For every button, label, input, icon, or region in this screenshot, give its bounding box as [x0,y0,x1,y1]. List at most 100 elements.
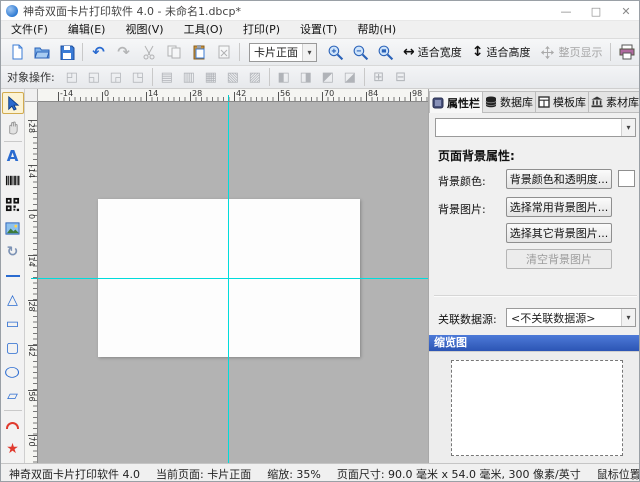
close-button[interactable]: ✕ [611,1,640,21]
tab-database[interactable]: 数据库 [483,91,536,112]
menu-item-edit[interactable]: 编辑(E) [58,21,116,39]
whole-page-button: 整页显示 [535,42,607,63]
object-op-icon: ◲ [105,68,127,86]
bg-image-common-button[interactable]: 选择常用背景图片... [506,197,612,217]
rotate-tool[interactable]: ↻ [2,241,24,263]
undo-icon: ↶ [92,45,105,60]
menu-item-file[interactable]: 文件(F) [1,21,58,39]
paste-button[interactable] [186,41,211,64]
object-op-icon: ◰ [61,68,83,86]
triangle-tool[interactable]: △ [2,289,24,311]
save-button[interactable] [54,41,79,64]
bg-color-swatch[interactable] [618,170,635,187]
chevron-down-icon[interactable]: ▾ [621,119,635,136]
design-canvas[interactable] [38,102,428,463]
thumbnail-preview[interactable] [451,360,623,456]
open-folder-icon [34,44,50,60]
print-preview-button[interactable]: 打印预览 [614,42,640,63]
star-tool[interactable]: ★ [2,438,24,460]
editor-area: -14014284256708498 -28-140142842567084 [25,89,428,463]
v-ruler-label: 56 [27,390,36,403]
image-icon [5,221,20,236]
zoom-ratio-button[interactable] [373,41,398,64]
h-ruler-label: 84 [368,89,378,98]
arc-text-tool[interactable] [2,414,24,436]
h-ruler-label: 28 [192,89,202,98]
database-icon [485,96,497,108]
zoom-out-button[interactable] [348,41,373,64]
object-op-icon: ▥ [178,68,200,86]
rectangle-icon: ▭ [6,317,19,331]
h-ruler: -14014284256708498 [38,89,428,102]
select-tool[interactable] [2,92,24,114]
object-op-icon: ▨ [244,68,266,86]
minimize-button[interactable]: — [551,1,581,21]
menu-item-tools[interactable]: 工具(O) [174,21,233,39]
qrcode-tool[interactable] [2,193,24,215]
tab-templates[interactable]: 模板库 [536,91,589,112]
zoom-in-button[interactable] [323,41,348,64]
object-op-icon: ◩ [317,68,339,86]
h-ruler-label: 0 [104,89,109,98]
h-ruler-label: 56 [280,89,290,98]
fit-width-button[interactable]: ↔ 适合宽度 [398,42,467,63]
object-operations-toolbar: 对象操作: ◰◱◲◳▤▥▦▧▨◧◨◩◪⊞⊟ [1,66,640,89]
datasource-value: <不关联数据源> [507,310,621,326]
bg-color-label: 背景颜色: [438,173,486,189]
bg-image-label: 背景图片: [438,201,486,217]
bg-image-other-button[interactable]: 选择其它背景图片... [506,223,612,243]
h-ruler-label: 70 [324,89,334,98]
center-guide-horizontal [38,278,428,279]
status-page-size: 页面尺寸: 90.0 毫米 x 54.0 毫米, 300 像素/英寸 [329,466,589,482]
properties-icon [432,97,444,109]
status-current-page: 当前页面: 卡片正面 [148,466,259,482]
status-zoom: 缩放: 35% [259,466,329,482]
menu-item-print[interactable]: 打印(P) [233,21,290,39]
object-selector-combo[interactable]: ▾ [435,118,636,137]
rectangle-tool[interactable]: ▭ [2,313,24,335]
object-op-icon: ⊞ [368,68,390,86]
image-tool[interactable] [2,217,24,239]
page-selector-value: 卡片正面 [250,44,302,60]
main-toolbar: ↶ ↷ 卡片正面 ▾ ↔ 适合宽度 [1,39,640,66]
bg-color-button[interactable]: 背景颜色和透明度... [506,169,612,189]
parallelogram-icon: ▱ [7,389,18,403]
cut-button [136,41,161,64]
text-tool[interactable]: A [2,145,24,167]
maximize-button[interactable]: □ [581,1,611,21]
menu-item-help[interactable]: 帮助(H) [347,21,406,39]
status-app-name: 神奇双面卡片打印软件 4.0 [1,466,148,482]
datasource-combo[interactable]: <不关联数据源> ▾ [506,308,636,327]
chevron-down-icon[interactable]: ▾ [621,309,635,326]
open-file-button[interactable] [29,41,54,64]
menu-item-settings[interactable]: 设置(T) [290,21,347,39]
application-window: 神奇双面卡片打印软件 4.0 - 未命名1.dbcp* — □ ✕ 文件(F) … [0,0,640,482]
right-panel: 属性栏 数据库 模板库 素材库 ▾ 页面背景属性: 背景颜色: 背景颜色和透明度… [428,89,640,463]
whole-page-icon [540,45,555,60]
fit-height-icon: ↕ [472,44,484,60]
star-icon: ★ [6,442,19,456]
copy-button [161,41,186,64]
redo-icon: ↷ [117,45,130,60]
rounded-rect-tool[interactable]: ▢ [2,337,24,359]
resize-grip[interactable] [631,473,639,481]
undo-button[interactable]: ↶ [86,41,111,64]
object-op-icon: ◧ [273,68,295,86]
fit-width-label: 适合宽度 [418,44,462,60]
new-file-button[interactable] [4,41,29,64]
barcode-tool[interactable] [2,169,24,191]
line-tool[interactable] [2,265,24,287]
object-op-icon: ▤ [156,68,178,86]
center-guide-vertical [228,102,229,463]
v-ruler-label: 14 [27,255,36,268]
qrcode-icon [5,197,20,212]
menu-item-view[interactable]: 视图(V) [115,21,173,39]
chevron-down-icon[interactable]: ▾ [302,44,316,61]
tab-materials[interactable]: 素材库 [589,91,640,112]
page-selector-combo[interactable]: 卡片正面 ▾ [249,43,317,62]
parallelogram-tool[interactable]: ▱ [2,385,24,407]
tab-properties[interactable]: 属性栏 [429,91,483,113]
fit-height-button[interactable]: ↕ 适合高度 [467,42,536,63]
rounded-rect-icon: ▢ [6,341,19,355]
ellipse-tool[interactable]: ○ [2,361,24,383]
